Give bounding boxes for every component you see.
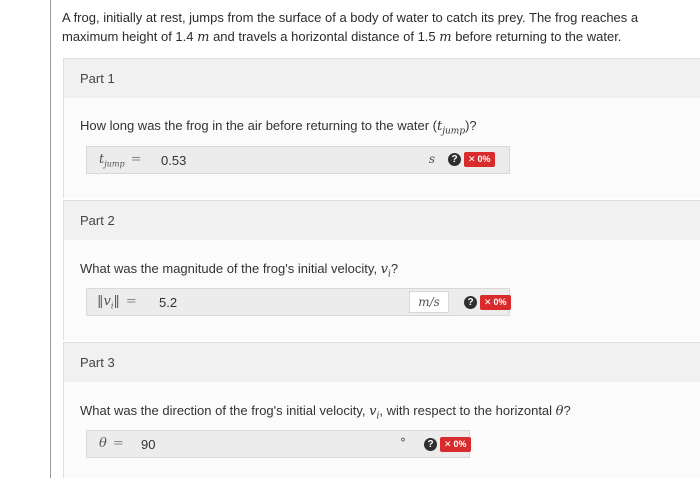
help-icon[interactable]: ? <box>424 438 437 451</box>
unit-m: m <box>439 30 452 45</box>
part-1-header[interactable]: Part 1 <box>63 58 700 99</box>
part-3-title: Part 3 <box>80 355 115 370</box>
problem-text-line2a: maximum height of 1.4 <box>62 29 198 44</box>
problem-text-line2c: before returning to the water. <box>451 29 622 44</box>
score-badge: ✕ 0% <box>440 437 471 452</box>
answer-input[interactable] <box>155 291 395 313</box>
var-v: v <box>380 262 389 277</box>
score-text: 0% <box>493 297 507 307</box>
part-2-title: Part 2 <box>80 213 115 228</box>
question-text-mid: , with respect to the horizontal <box>379 403 556 418</box>
part-1-answer-box: tjump= s <box>86 146 510 174</box>
help-icon[interactable]: ? <box>448 153 461 166</box>
problem-statement: A frog, initially at rest, jumps from th… <box>62 8 682 47</box>
part-2-answer-box: ‖vi‖= m/s <box>86 288 510 316</box>
part-1-body: How long was the frog in the air before … <box>63 98 700 198</box>
answer-input[interactable] <box>137 433 387 455</box>
x-icon: ✕ <box>444 439 452 449</box>
part-1-title: Part 1 <box>80 71 115 86</box>
part-3-answer-box: θ= ° <box>86 430 470 458</box>
units-field[interactable]: s <box>417 149 447 171</box>
part-3-body: What was the direction of the frog's ini… <box>63 382 700 478</box>
label-var: θ <box>99 436 107 451</box>
units-field[interactable]: ° <box>393 433 413 455</box>
unit-m: m <box>197 30 210 45</box>
problem-text-line2b: and travels a horizontal distance of 1.5 <box>209 29 440 44</box>
left-border-line <box>50 0 51 478</box>
score-text: 0% <box>477 154 491 164</box>
label-sub: jump <box>104 159 125 169</box>
answer-label: ‖vi‖ = <box>97 294 137 311</box>
question-text-end: ? <box>563 403 571 418</box>
part-3-question: What was the direction of the frog's ini… <box>80 403 571 422</box>
problem-text-line1: A frog, initially at rest, jumps from th… <box>62 10 639 25</box>
equals-sign: = <box>112 436 124 451</box>
part-1-question: How long was the frog in the air before … <box>80 118 477 137</box>
question-text: How long was the frog in the air before … <box>80 118 437 133</box>
part-3-header[interactable]: Part 3 <box>63 342 700 383</box>
question-text: What was the direction of the frog's ini… <box>80 403 370 418</box>
answer-label: tjump = <box>99 152 141 169</box>
x-icon: ✕ <box>484 297 492 307</box>
answer-label: θ = <box>99 436 124 451</box>
units-field[interactable]: m/s <box>409 291 449 313</box>
x-icon: ✕ <box>468 154 476 164</box>
equals-sign: = <box>130 152 142 167</box>
label-norm-close: ‖ <box>113 294 120 309</box>
score-badge: ✕ 0% <box>480 295 511 310</box>
part-2-question: What was the magnitude of the frog's ini… <box>80 261 398 280</box>
question-text: What was the magnitude of the frog's ini… <box>80 261 381 276</box>
help-icon[interactable]: ? <box>464 296 477 309</box>
part-2-body: What was the magnitude of the frog's ini… <box>63 240 700 340</box>
part-2-header[interactable]: Part 2 <box>63 200 700 241</box>
question-text-end: ? <box>390 261 399 276</box>
question-text-end: )? <box>465 118 477 133</box>
label-var: ‖v <box>97 294 111 309</box>
equals-sign: = <box>125 294 137 309</box>
var-sub: jump <box>442 126 466 137</box>
score-badge: ✕ 0% <box>464 152 495 167</box>
score-text: 0% <box>453 439 467 449</box>
answer-input[interactable] <box>157 149 407 171</box>
